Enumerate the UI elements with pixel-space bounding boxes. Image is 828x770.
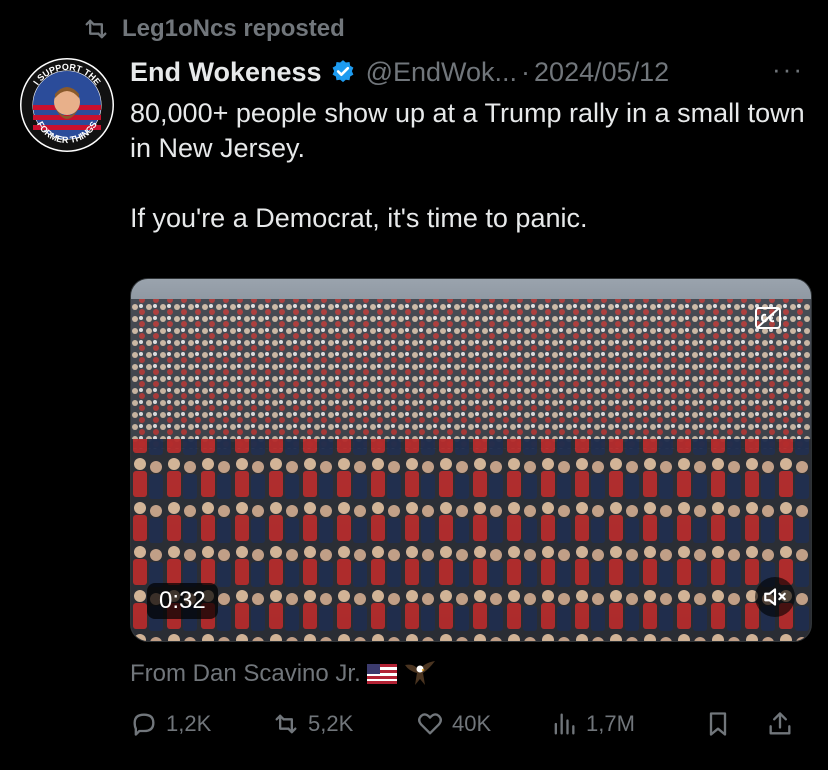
post-date[interactable]: 2024/05/12 — [534, 57, 669, 88]
heart-icon — [418, 713, 442, 735]
author-name[interactable]: End Wokeness — [130, 57, 322, 88]
video-duration: 0:32 — [147, 583, 218, 619]
verified-badge-icon — [332, 60, 353, 83]
mute-button[interactable] — [755, 577, 795, 617]
repost-indicator[interactable]: Leg1oNcs reposted — [82, 12, 345, 46]
like-button[interactable]: 40K — [416, 702, 491, 746]
more-icon[interactable]: ··· — [772, 54, 804, 85]
repost-count: 5,2K — [308, 711, 354, 736]
tweet-header: End Wokeness @EndWok... · 2024/05/12 ··· — [130, 52, 808, 92]
repost-icon — [275, 714, 297, 734]
repost-button[interactable]: 5,2K — [272, 702, 353, 746]
share-icon — [769, 712, 791, 735]
avatar[interactable]: I SUPPORT THE FORMER THINGS — [20, 58, 114, 152]
views-icon — [554, 713, 575, 735]
video-player[interactable]: 0:32 — [130, 278, 812, 642]
like-count: 40K — [452, 711, 492, 736]
video-source[interactable]: From Dan Scavino Jr. — [130, 656, 437, 692]
reply-button[interactable]: 1,2K — [130, 702, 211, 746]
view-count: 1,7M — [586, 711, 635, 736]
share-button[interactable] — [766, 702, 794, 746]
captions-icon[interactable] — [755, 307, 781, 329]
action-bar: 1,2K 5,2K 40K 1,7M — [130, 702, 810, 746]
tweet-paragraph-1: 80,000+ people show up at a Trump rally … — [130, 98, 805, 163]
muted-speaker-icon — [764, 588, 786, 606]
reply-count: 1,2K — [166, 711, 212, 736]
author-handle[interactable]: @EndWok... — [366, 57, 517, 88]
bookmark-icon — [709, 712, 727, 736]
views-button[interactable]: 1,7M — [550, 702, 635, 746]
crowd-video-frame — [131, 279, 811, 641]
reply-icon — [133, 713, 155, 736]
us-flag-icon — [366, 664, 397, 684]
bookmark-button[interactable] — [704, 702, 732, 746]
repost-icon — [85, 19, 107, 39]
eagle-icon — [404, 661, 435, 685]
source-label: From Dan Scavino Jr. — [130, 660, 361, 687]
repost-label: Leg1oNcs reposted — [122, 15, 345, 42]
separator-dot: · — [521, 56, 531, 87]
tweet-paragraph-2: If you're a Democrat, it's time to panic… — [130, 203, 588, 233]
tweet-text: 80,000+ people show up at a Trump rally … — [130, 96, 810, 236]
